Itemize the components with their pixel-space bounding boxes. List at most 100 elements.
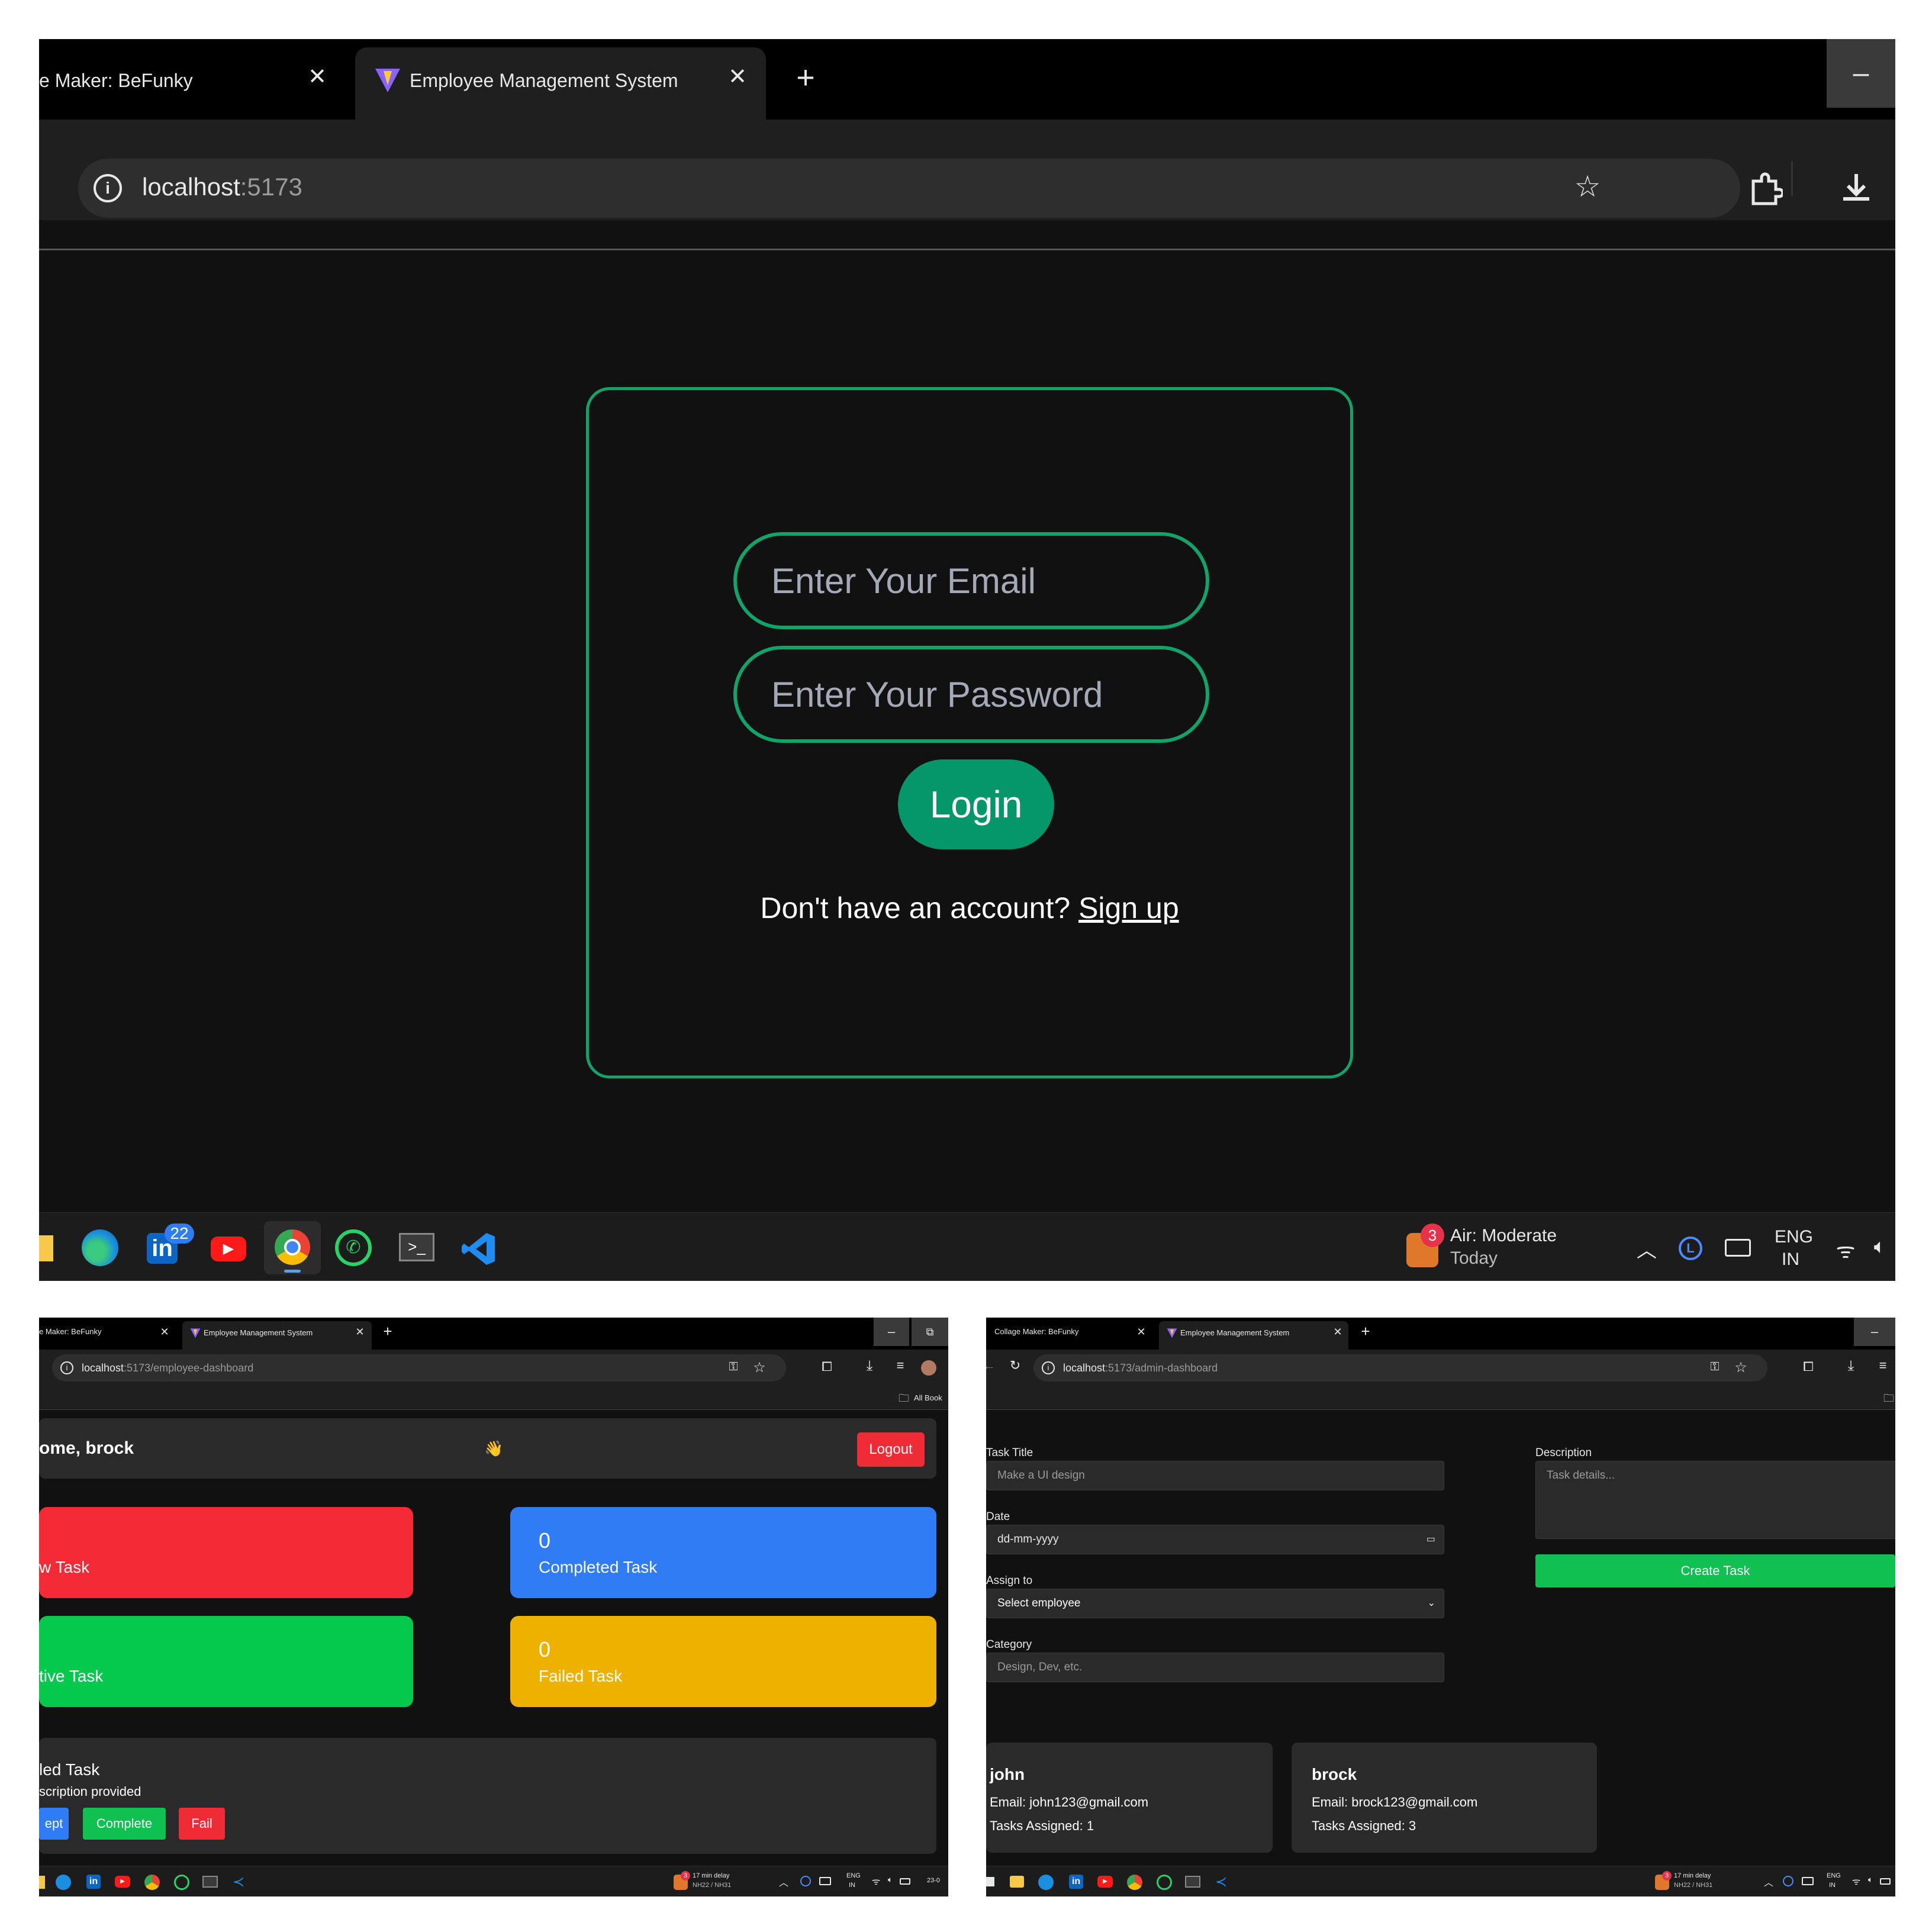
chrome-icon[interactable] <box>144 1875 160 1890</box>
keyboard-icon[interactable] <box>1725 1239 1751 1257</box>
all-bookmarks-label[interactable]: All Book <box>914 1393 942 1402</box>
url-text[interactable]: localhost:5173/admin-dashboard <box>1063 1362 1218 1374</box>
key-icon[interactable]: ⚿ <box>1706 1360 1724 1374</box>
battery-icon[interactable] <box>900 1878 910 1885</box>
star-icon[interactable]: ☆ <box>1732 1359 1750 1376</box>
whatsapp-icon[interactable]: ✆ <box>335 1229 372 1266</box>
media-icon[interactable]: ≡ <box>1874 1358 1892 1373</box>
linkedin-icon[interactable]: in <box>1069 1875 1083 1889</box>
youtube-icon[interactable]: ▶ <box>115 1876 130 1888</box>
whatsapp-icon[interactable] <box>1157 1875 1172 1890</box>
vscode-icon[interactable]: ≺ <box>231 1875 246 1890</box>
keyboard-icon[interactable] <box>1802 1877 1814 1885</box>
avatar[interactable] <box>921 1360 936 1376</box>
new-tab-button[interactable]: + <box>379 1322 397 1341</box>
edge-icon[interactable] <box>56 1875 71 1890</box>
wifi-icon[interactable]: ᯤ <box>1833 1235 1859 1264</box>
edge-icon[interactable] <box>82 1229 118 1266</box>
wifi-icon[interactable]: ᯤ <box>870 1875 882 1888</box>
whatsapp-icon[interactable] <box>174 1875 189 1890</box>
close-icon[interactable]: ✕ <box>157 1326 172 1338</box>
chevron-up-icon[interactable]: ︿ <box>1763 1875 1775 1889</box>
chrome-icon[interactable] <box>1127 1875 1142 1890</box>
key-icon[interactable]: ⚿ <box>724 1360 742 1374</box>
vscode-icon[interactable] <box>461 1231 497 1267</box>
linkedin-icon[interactable]: in <box>86 1875 101 1889</box>
tab-employee-management[interactable]: Employee Management System <box>355 47 766 120</box>
download-icon[interactable] <box>1838 169 1874 205</box>
signup-link[interactable]: Sign up <box>1078 891 1179 925</box>
weather-title[interactable]: 17 min delay <box>693 1872 729 1879</box>
clock-app-icon[interactable] <box>1783 1876 1793 1886</box>
tab-befunky[interactable]: Collage Maker: BeFunky <box>994 1327 1142 1336</box>
clock-app-icon[interactable]: L <box>1679 1237 1702 1260</box>
terminal-icon[interactable]: >_ <box>399 1233 434 1261</box>
close-icon[interactable]: ✕ <box>300 59 335 95</box>
tab-befunky[interactable]: e Maker: BeFunky <box>39 1327 169 1336</box>
star-icon[interactable]: ☆ <box>1570 169 1605 204</box>
password-input[interactable] <box>733 646 1209 743</box>
tab-employee-management[interactable]: Employee Management System <box>1159 1321 1348 1350</box>
complete-button[interactable]: Complete <box>83 1808 166 1840</box>
minimize-button[interactable]: – <box>874 1318 909 1346</box>
edge-icon[interactable] <box>1038 1875 1054 1890</box>
info-icon[interactable]: i <box>94 174 122 202</box>
folder-icon[interactable]: 🗀︎ <box>1881 1391 1895 1409</box>
media-icon[interactable]: ≡ <box>891 1358 909 1373</box>
category-input[interactable]: Design, Dev, etc. <box>986 1653 1444 1682</box>
file-explorer-icon[interactable] <box>1010 1876 1024 1888</box>
url-text[interactable]: localhost:5173/employee-dashboard <box>82 1362 253 1374</box>
tab-employee-management[interactable]: Employee Management System <box>182 1321 372 1350</box>
close-icon[interactable]: ✕ <box>353 1326 367 1338</box>
date-input[interactable]: dd-mm-yyyy ▭ <box>986 1525 1444 1554</box>
weather-title[interactable]: Air: Moderate <box>1450 1226 1557 1246</box>
back-icon[interactable]: ← <box>986 1358 996 1373</box>
accept-button[interactable]: ept <box>39 1808 69 1840</box>
new-tab-button[interactable]: + <box>785 57 826 98</box>
language-region[interactable]: IN <box>1782 1250 1799 1270</box>
address-bar[interactable]: i localhost:5173/admin-dashboard ⚿ ☆ <box>1033 1354 1767 1382</box>
assign-to-select[interactable]: Select employee ⌄ <box>986 1589 1444 1618</box>
info-icon[interactable]: i <box>60 1361 73 1374</box>
youtube-icon[interactable]: ▶ <box>1097 1876 1113 1888</box>
start-icon[interactable] <box>986 1877 994 1886</box>
create-task-button[interactable]: Create Task <box>1535 1554 1895 1588</box>
vscode-icon[interactable]: ≺ <box>1213 1875 1229 1890</box>
star-icon[interactable]: ☆ <box>751 1359 768 1376</box>
chevron-up-icon[interactable]: ︿ <box>778 1875 790 1889</box>
address-bar[interactable]: i localhost:5173/employee-dashboard ⚿ ☆ <box>52 1354 786 1382</box>
volume-icon[interactable]: 🔈︎ <box>1865 1875 1876 1885</box>
weather-title[interactable]: 17 min delay <box>1674 1872 1711 1879</box>
close-icon[interactable]: ✕ <box>720 59 755 95</box>
folder-icon[interactable]: 🗀︎ <box>896 1391 912 1409</box>
language-region[interactable]: IN <box>1829 1882 1836 1889</box>
info-icon[interactable]: i <box>1042 1361 1055 1374</box>
logout-button[interactable]: Logout <box>857 1432 925 1467</box>
clock-app-icon[interactable] <box>800 1876 811 1886</box>
extensions-icon[interactable]: ⧠ <box>818 1359 836 1374</box>
new-tab-button[interactable]: + <box>1357 1322 1374 1341</box>
clock-text[interactable]: 23-0 <box>927 1877 940 1884</box>
address-bar[interactable]: i localhost:5173 ☆ <box>78 159 1740 218</box>
language-region[interactable]: IN <box>849 1882 855 1889</box>
file-explorer-icon[interactable] <box>39 1876 45 1889</box>
reload-icon[interactable]: ↻ <box>1007 1358 1023 1373</box>
extensions-icon[interactable]: ⧠ <box>1799 1359 1817 1374</box>
minimize-button[interactable]: – <box>1827 39 1895 108</box>
language-code[interactable]: ENG <box>1827 1872 1841 1879</box>
chevron-up-icon[interactable]: ︿ <box>1635 1234 1659 1263</box>
close-icon[interactable]: ✕ <box>1331 1326 1345 1338</box>
download-icon[interactable]: ⤓ <box>1842 1358 1860 1374</box>
extensions-icon[interactable] <box>1747 170 1783 206</box>
task-title-input[interactable]: Make a UI design <box>986 1461 1444 1490</box>
battery-icon[interactable] <box>1880 1878 1891 1885</box>
volume-icon[interactable]: 🔈︎ <box>884 1875 896 1885</box>
chrome-icon[interactable] <box>264 1221 321 1274</box>
menu-icon[interactable]: ⁝ <box>39 166 44 186</box>
wifi-icon[interactable]: ᯤ <box>1850 1875 1862 1888</box>
volume-icon[interactable]: 🔈︎ <box>1868 1235 1892 1258</box>
email-input[interactable] <box>733 532 1209 629</box>
close-icon[interactable]: ✕ <box>1134 1326 1148 1338</box>
description-textarea[interactable]: Task details... <box>1535 1461 1895 1539</box>
language-code[interactable]: ENG <box>846 1872 861 1879</box>
